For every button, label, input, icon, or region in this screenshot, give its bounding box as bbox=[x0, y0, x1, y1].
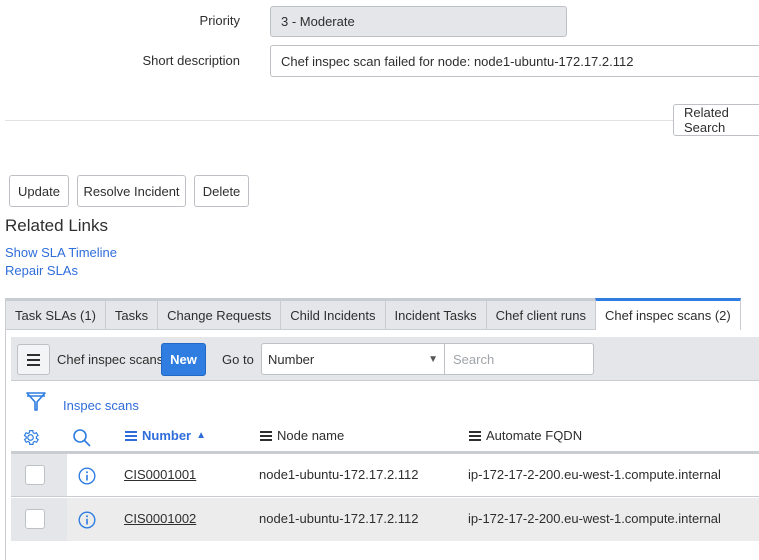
goto-selected-value: Number bbox=[268, 351, 315, 367]
goto-field-select[interactable]: Number ▼ bbox=[261, 343, 445, 375]
column-automate-fqdn-label: Automate FQDN bbox=[486, 428, 583, 443]
update-button[interactable]: Update bbox=[9, 175, 69, 207]
column-menu-icon[interactable] bbox=[260, 430, 272, 441]
hamburger-icon-line bbox=[27, 363, 40, 366]
filter-icon[interactable] bbox=[26, 391, 46, 413]
delete-button[interactable]: Delete bbox=[194, 175, 249, 207]
section-divider bbox=[5, 120, 673, 121]
list-settings-gear-icon[interactable] bbox=[21, 428, 40, 447]
list-menu-button[interactable] bbox=[17, 344, 50, 375]
column-header-automate-fqdn[interactable]: Automate FQDN bbox=[469, 428, 582, 443]
short-description-field[interactable]: Chef inspec scan failed for node: node1-… bbox=[270, 45, 759, 77]
row-checkbox[interactable] bbox=[25, 465, 45, 485]
filter-breadcrumb-link[interactable]: Inspec scans bbox=[63, 398, 139, 413]
column-search-icon[interactable] bbox=[72, 428, 92, 448]
column-menu-icon[interactable] bbox=[469, 430, 481, 441]
automate-fqdn-cell: ip-172-17-2-200.eu-west-1.compute.intern… bbox=[468, 467, 721, 482]
automate-fqdn-cell: ip-172-17-2-200.eu-west-1.compute.intern… bbox=[468, 511, 721, 526]
new-button[interactable]: New bbox=[161, 343, 206, 376]
goto-label: Go to bbox=[222, 352, 254, 367]
short-description-label: Short description bbox=[142, 53, 240, 68]
tab-tasks[interactable]: Tasks bbox=[104, 298, 158, 330]
search-input[interactable] bbox=[444, 343, 594, 375]
record-number-link[interactable]: CIS0001001 bbox=[124, 467, 196, 482]
tab-child-incidents[interactable]: Child Incidents bbox=[280, 298, 385, 330]
column-node-name-label: Node name bbox=[277, 428, 345, 443]
record-number-link[interactable]: CIS0001002 bbox=[124, 511, 196, 526]
tab-incident-tasks[interactable]: Incident Tasks bbox=[384, 298, 486, 330]
hamburger-icon bbox=[27, 353, 40, 356]
hamburger-icon-line bbox=[27, 358, 40, 361]
tab-task-slas[interactable]: Task SLAs (1) bbox=[5, 298, 105, 330]
table-row[interactable]: CIS0001001 node1-ubuntu-172.17.2.112 ip-… bbox=[11, 454, 759, 497]
show-sla-timeline-link[interactable]: Show SLA Timeline bbox=[5, 245, 117, 260]
priority-field: 3 - Moderate bbox=[270, 6, 567, 37]
related-list-tabs: Task SLAs (1) Tasks Change Requests Chil… bbox=[5, 298, 741, 330]
info-icon[interactable] bbox=[78, 467, 96, 485]
tab-change-requests[interactable]: Change Requests bbox=[157, 298, 281, 330]
list-title: Chef inspec scans bbox=[57, 352, 164, 367]
resolve-incident-button[interactable]: Resolve Incident bbox=[77, 175, 186, 207]
tab-chef-client-runs[interactable]: Chef client runs bbox=[485, 298, 595, 330]
column-menu-icon[interactable] bbox=[125, 430, 137, 441]
tab-chef-inspec-scans[interactable]: Chef inspec scans (2) bbox=[594, 298, 741, 330]
column-number-label: Number bbox=[142, 428, 192, 443]
node-name-cell: node1-ubuntu-172.17.2.112 bbox=[259, 511, 419, 526]
related-search-button[interactable]: Related Search bbox=[673, 104, 759, 136]
info-icon[interactable] bbox=[78, 511, 96, 529]
column-header-number[interactable]: Number ▲ bbox=[125, 428, 206, 443]
node-name-cell: node1-ubuntu-172.17.2.112 bbox=[259, 467, 419, 482]
repair-slas-link[interactable]: Repair SLAs bbox=[5, 263, 78, 278]
row-checkbox[interactable] bbox=[25, 509, 45, 529]
dropdown-arrow-icon: ▼ bbox=[428, 353, 438, 365]
related-links-title: Related Links bbox=[5, 216, 109, 235]
sort-ascending-icon: ▲ bbox=[196, 430, 207, 441]
column-header-node-name[interactable]: Node name bbox=[260, 428, 344, 443]
priority-label: Priority bbox=[199, 13, 240, 28]
table-row[interactable]: CIS0001002 node1-ubuntu-172.17.2.112 ip-… bbox=[11, 498, 759, 541]
